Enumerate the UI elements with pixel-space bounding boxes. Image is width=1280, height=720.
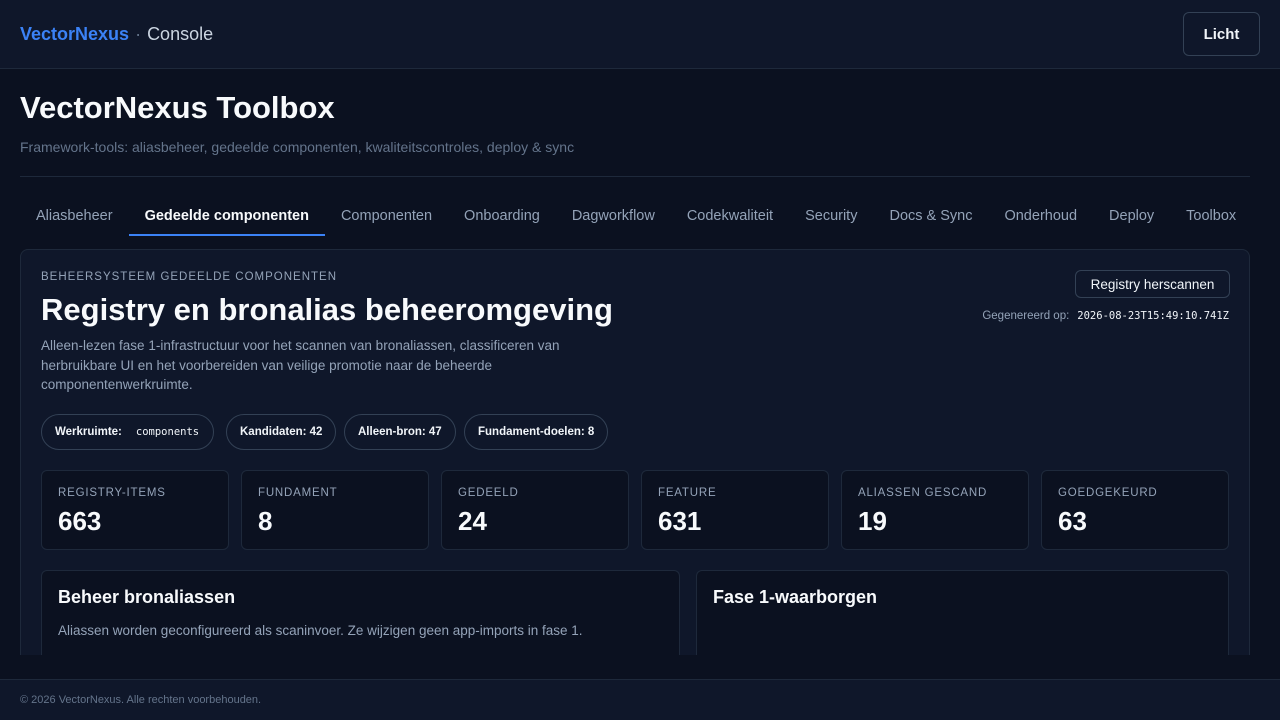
- stat-value: 19: [858, 506, 887, 536]
- footer: © 2026 VectorNexus. Alle rechten voorbeh…: [0, 679, 1280, 720]
- tab-deploy[interactable]: Deploy: [1093, 196, 1170, 236]
- tab-toolbox[interactable]: Toolbox: [1170, 196, 1250, 236]
- generated-label: Gegenereerd op:: [982, 310, 1070, 322]
- source-only-chip: Alleen-bron: 47: [344, 414, 456, 450]
- shared-components-panel: Beheersysteem gedeelde componenten Regis…: [20, 249, 1250, 680]
- stat-feature: Feature 631: [641, 470, 829, 550]
- generated-timestamp: Gegenereerd op: 2026-08-23T15:49:10.741Z: [982, 310, 1229, 322]
- stat-label: Aliassen gescand: [858, 487, 988, 499]
- brand-section: Console: [147, 24, 214, 44]
- tab-gedeelde-componenten[interactable]: Gedeelde componenten: [128, 196, 325, 236]
- tab-security[interactable]: Security: [789, 196, 873, 236]
- tab-docs-sync[interactable]: Docs & Sync: [873, 196, 988, 236]
- panel-eyebrow: Beheersysteem gedeelde componenten: [41, 271, 337, 283]
- tab-dagworkflow[interactable]: Dagworkflow: [556, 196, 671, 236]
- stat-value: 24: [458, 506, 487, 536]
- rescan-registry-button[interactable]: Registry herscannen: [1075, 270, 1230, 298]
- card-description: Aliassen worden geconfigureerd als scani…: [58, 623, 583, 638]
- stat-value: 63: [1058, 506, 1087, 536]
- tab-onderhoud[interactable]: Onderhoud: [988, 196, 1093, 236]
- foundation-targets-chip: Fundament-doelen: 8: [464, 414, 609, 450]
- page-title: VectorNexus Toolbox: [20, 90, 335, 125]
- workspace-value: components: [135, 426, 200, 438]
- brand-separator: ·: [135, 24, 142, 44]
- stat-label: Feature: [658, 487, 717, 499]
- page-subtitle: Framework-tools: aliasbeheer, gedeelde c…: [20, 139, 575, 155]
- stat-aliases-scanned: Aliassen gescand 19: [841, 470, 1029, 550]
- stat-value: 8: [258, 506, 273, 536]
- tab-codekwaliteit[interactable]: Codekwaliteit: [671, 196, 789, 236]
- brand-name: VectorNexus: [20, 24, 130, 44]
- top-bar: VectorNexus · Console Licht: [0, 0, 1280, 69]
- tab-componenten[interactable]: Componenten: [325, 196, 448, 236]
- tab-aliasbeheer[interactable]: Aliasbeheer: [20, 196, 129, 236]
- stat-label: Goedgekeurd: [1058, 487, 1158, 499]
- card-title: Beheer bronaliassen: [58, 587, 236, 607]
- workspace-chip: Werkruimte: components: [41, 414, 214, 450]
- panel-title: Registry en bronalias beheeromgeving: [41, 292, 613, 327]
- brand[interactable]: VectorNexus · Console: [20, 23, 213, 45]
- stat-label: Fundament: [258, 487, 338, 499]
- stat-shared: Gedeeld 24: [441, 470, 629, 550]
- divider: [20, 176, 1250, 177]
- stat-registry-items: Registry-items 663: [41, 470, 229, 550]
- scroll-boundary: [0, 655, 1280, 680]
- candidates-chip: Kandidaten: 42: [226, 414, 337, 450]
- stat-approved: Goedgekeurd 63: [1041, 470, 1229, 550]
- panel-description: Alleen-lezen fase 1-infrastructuur voor …: [41, 338, 560, 392]
- workspace-label: Werkruimte:: [55, 426, 122, 438]
- tab-onboarding[interactable]: Onboarding: [448, 196, 556, 236]
- stat-label: Registry-items: [58, 487, 166, 499]
- footer-text: © 2026 VectorNexus. Alle rechten voorbeh…: [20, 694, 262, 706]
- stat-value: 663: [58, 506, 102, 536]
- stat-value: 631: [658, 506, 702, 536]
- stat-foundation: Fundament 8: [241, 470, 429, 550]
- card-title: Fase 1-waarborgen: [713, 587, 878, 607]
- theme-toggle-button[interactable]: Licht: [1183, 12, 1260, 56]
- generated-value: 2026-08-23T15:49:10.741Z: [1077, 310, 1229, 322]
- tab-bar: Aliasbeheer Gedeelde componenten Component…: [20, 196, 1250, 237]
- stat-label: Gedeeld: [458, 487, 519, 499]
